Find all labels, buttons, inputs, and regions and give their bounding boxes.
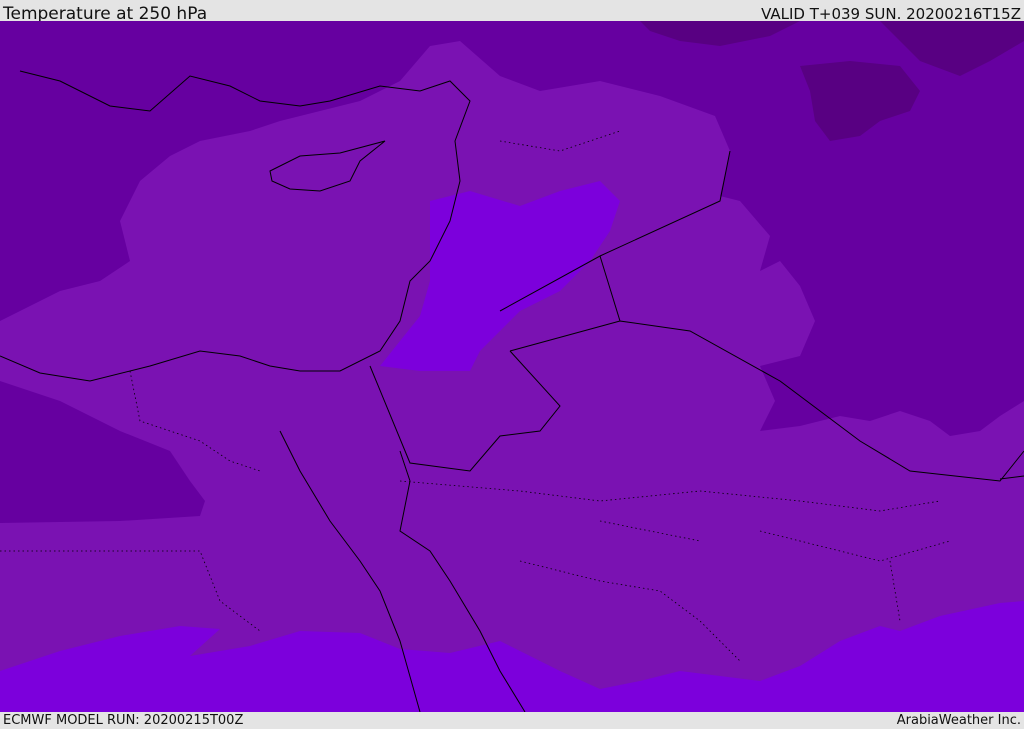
temperature-map bbox=[0, 21, 1024, 712]
footer-bar: ECMWF MODEL RUN: 20200215T00Z ArabiaWeat… bbox=[0, 712, 1024, 729]
model-run-label: ECMWF MODEL RUN: 20200215T00Z bbox=[3, 713, 244, 728]
brand-label: ArabiaWeather Inc. bbox=[896, 713, 1021, 728]
header-bar: Temperature at 250 hPa VALID T+039 SUN. … bbox=[0, 0, 1024, 24]
